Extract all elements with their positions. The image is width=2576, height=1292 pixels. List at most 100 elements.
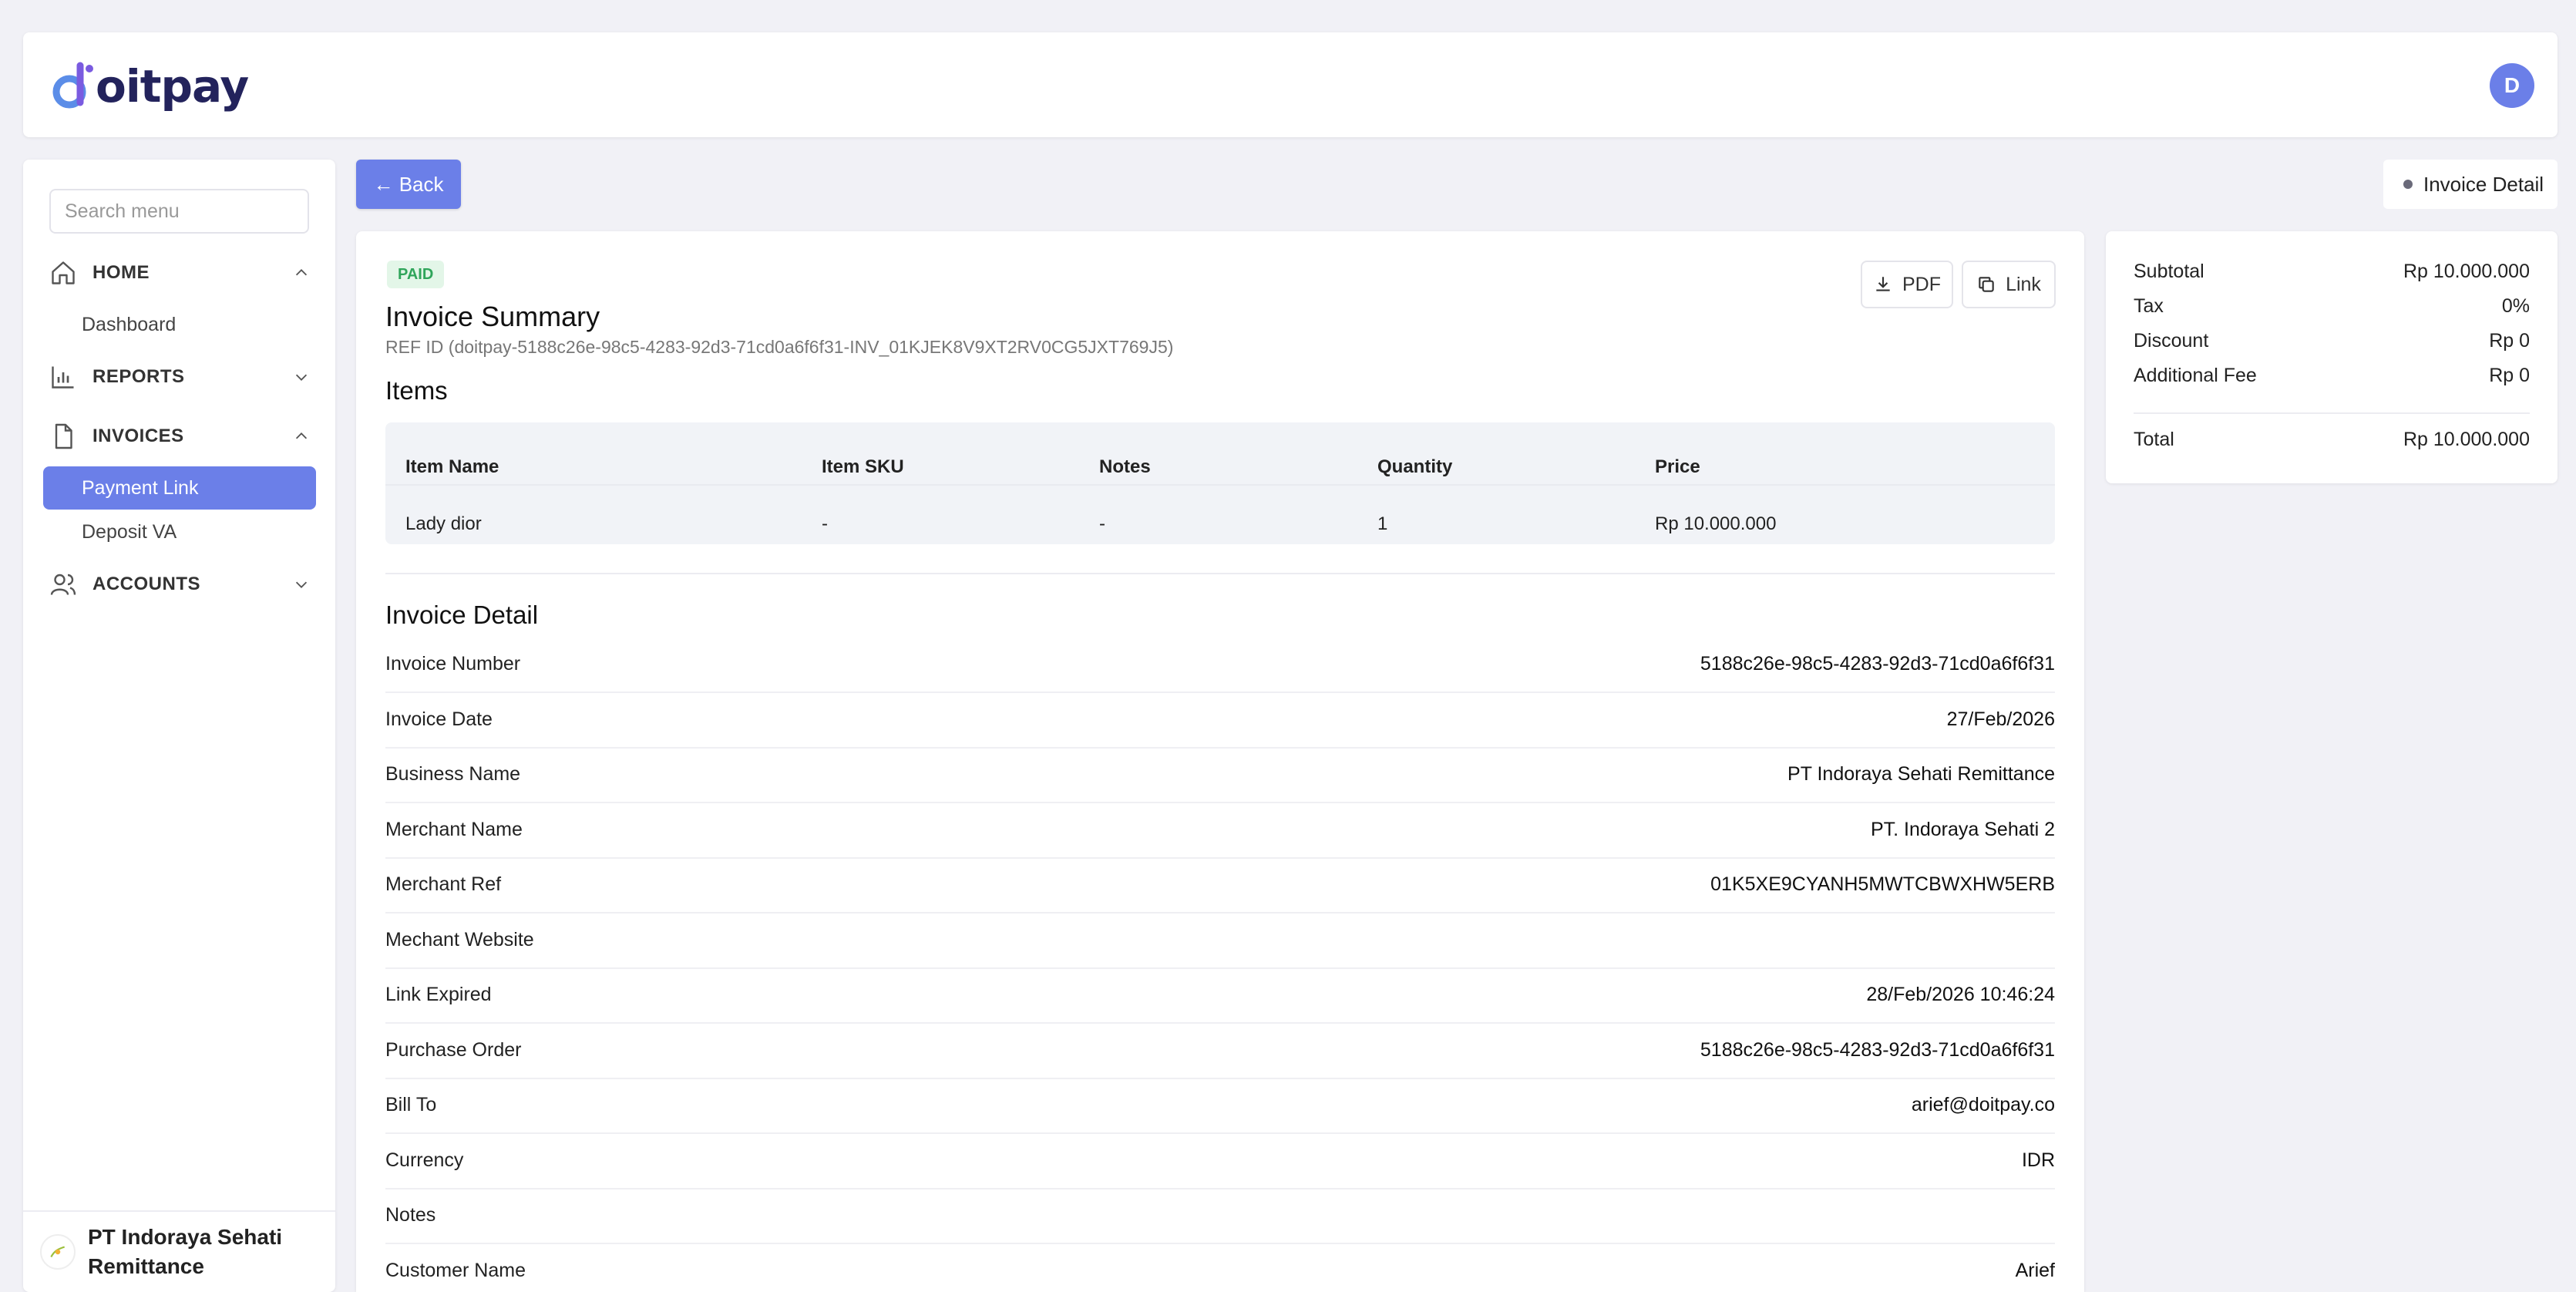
download-pdf-button[interactable]: PDF — [1861, 261, 1953, 308]
chevron-up-icon — [295, 432, 308, 439]
detail-label: Merchant Ref — [385, 873, 502, 895]
summary-label: Discount — [2134, 330, 2209, 352]
detail-row: Invoice Number 5188c26e-98c5-4283-92d3-71… — [385, 638, 2055, 693]
home-icon — [52, 261, 75, 284]
bar-chart-icon — [52, 366, 74, 389]
org-switcher[interactable]: PT Indoraya Sehati Remittance — [23, 1210, 335, 1292]
summary-row: Additional Fee Rp 0 — [2134, 365, 2530, 387]
sidebar-item-dashboard[interactable]: Dashboard — [43, 303, 316, 346]
sidebar: Search menu HOME Dashboard REPORTS INVOI… — [23, 160, 335, 1292]
detail-value: arief@doitpay.co — [1911, 1094, 2055, 1115]
payment-summary-card: Subtotal Rp 10.000.000 Tax 0% Discount Rp 0… — [2106, 231, 2558, 483]
back-button[interactable]: ← Back — [356, 160, 461, 209]
summary-total-row: Total Rp 10.000.000 — [2134, 429, 2530, 451]
detail-row: Link Expired 28/Feb/2026 10:46:24 — [385, 968, 2055, 1024]
copy-icon — [1979, 277, 1994, 292]
detail-row: Purchase Order 5188c26e-98c5-4283-92d3-71… — [385, 1024, 2055, 1079]
column-header: Notes — [1099, 456, 1151, 477]
nav-group-label: ACCOUNTS — [92, 574, 200, 594]
detail-value: PT. Indoraya Sehati 2 — [1870, 819, 2055, 840]
detail-label: Business Name — [385, 763, 521, 785]
sidebar-item-deposit-va[interactable]: Deposit VA — [43, 510, 316, 553]
items-table: Item Name Item SKU Notes Quantity Price … — [385, 422, 2055, 544]
download-icon — [1876, 277, 1890, 291]
table-cell: - — [822, 513, 828, 534]
sidebar-item-payment-link[interactable]: Payment Link — [43, 466, 316, 510]
detail-row: Bill To arief@doitpay.co — [385, 1078, 2055, 1134]
detail-row: Customer Name Arief — [385, 1244, 2055, 1292]
column-header: Item SKU — [822, 456, 904, 477]
pdf-label: PDF — [1902, 273, 1941, 295]
summary-row: Tax 0% — [2134, 295, 2530, 318]
invoice-detail-heading: Invoice Detail — [385, 601, 539, 629]
users-icon — [50, 574, 76, 595]
detail-label: Bill To — [385, 1094, 437, 1115]
summary-divider — [2134, 412, 2530, 414]
summary-value: Rp 0 — [2489, 365, 2530, 386]
nav-group-label: INVOICES — [92, 426, 184, 446]
status-badge: PAID — [387, 261, 445, 288]
detail-value: 5188c26e-98c5-4283-92d3-71cd0a6f6f31 — [1700, 653, 2055, 675]
table-cell: Rp 10.000.000 — [1655, 513, 1777, 534]
invoice-card: PAID Invoice Summary REF ID (doitpay-518… — [356, 231, 2084, 1292]
table-cell: Lady dior — [405, 513, 482, 534]
column-header: Price — [1655, 456, 1700, 477]
detail-row: Mechant Website — [385, 913, 2055, 969]
detail-value: PT Indoraya Sehati Remittance — [1787, 763, 2055, 785]
summary-row: Discount Rp 0 — [2134, 330, 2530, 352]
org-logo-icon — [40, 1234, 76, 1270]
search-menu-input[interactable]: Search menu — [49, 189, 309, 234]
detail-label: Currency — [385, 1149, 464, 1171]
summary-row: Subtotal Rp 10.000.000 — [2134, 261, 2530, 283]
detail-value: 01K5XE9CYANH5MWTCBWXHW5ERB — [1710, 873, 2055, 895]
section-divider — [385, 573, 2055, 574]
nav-group-label: HOME — [92, 262, 150, 283]
column-header: Quantity — [1377, 456, 1453, 477]
detail-value: 28/Feb/2026 10:46:24 — [1866, 984, 2055, 1005]
total-label: Total — [2134, 429, 2174, 450]
nav-group-accounts[interactable]: ACCOUNTS — [49, 565, 319, 604]
detail-row: Business Name PT Indoraya Sehati Remittan… — [385, 748, 2055, 803]
detail-row: Currency IDR — [385, 1134, 2055, 1189]
nav-group-home[interactable]: HOME — [49, 254, 319, 292]
breadcrumb-dot-icon — [2403, 180, 2413, 189]
detail-value: 27/Feb/2026 — [1946, 708, 2055, 730]
total-value: Rp 10.000.000 — [2403, 429, 2530, 450]
copy-link-button[interactable]: Link — [1962, 261, 2056, 308]
nav-group-label: REPORTS — [92, 366, 185, 387]
detail-label: Customer Name — [385, 1260, 526, 1281]
reference-id: REF ID (doitpay-5188c26e-98c5-4283-92d3-… — [385, 337, 1174, 357]
chevron-down-icon — [295, 374, 308, 381]
summary-value: Rp 0 — [2489, 330, 2530, 352]
detail-label: Mechant Website — [385, 929, 534, 950]
detail-row: Merchant Name PT. Indoraya Sehati 2 — [385, 803, 2055, 859]
summary-value: 0% — [2501, 295, 2530, 317]
org-name: PT Indoraya Sehati Remittance — [88, 1225, 283, 1278]
chevron-up-icon — [295, 269, 308, 276]
detail-label: Notes — [385, 1204, 436, 1226]
detail-row: Notes — [385, 1189, 2055, 1244]
table-cell: - — [1099, 513, 1105, 534]
detail-value: Arief — [2015, 1260, 2055, 1281]
doitpay-logo[interactable]: oitpay — [51, 56, 249, 117]
breadcrumb-label: Invoice Detail — [2423, 172, 2544, 196]
top-header: oitpay D — [23, 32, 2558, 137]
table-divider — [385, 484, 2055, 486]
brand-name: oitpay — [96, 60, 249, 113]
detail-label: Invoice Number — [385, 653, 521, 675]
detail-row: Merchant Ref 01K5XE9CYANH5MWTCBWXHW5ERB — [385, 858, 2055, 913]
detail-label: Link Expired — [385, 984, 492, 1005]
nav-group-reports[interactable]: REPORTS — [49, 358, 319, 396]
document-icon — [55, 423, 72, 449]
summary-value: Rp 10.000.000 — [2403, 261, 2530, 282]
nav-group-invoices[interactable]: INVOICES — [49, 417, 319, 456]
breadcrumb: Invoice Detail — [2383, 160, 2558, 209]
detail-row: Invoice Date 27/Feb/2026 — [385, 693, 2055, 749]
user-avatar[interactable]: D — [2490, 63, 2534, 108]
detail-label: Merchant Name — [385, 819, 523, 840]
summary-label: Tax — [2134, 295, 2164, 317]
summary-label: Subtotal — [2134, 261, 2204, 282]
detail-value: 5188c26e-98c5-4283-92d3-71cd0a6f6f31 — [1700, 1039, 2055, 1061]
chevron-down-icon — [295, 581, 308, 588]
table-cell: 1 — [1377, 513, 1388, 534]
